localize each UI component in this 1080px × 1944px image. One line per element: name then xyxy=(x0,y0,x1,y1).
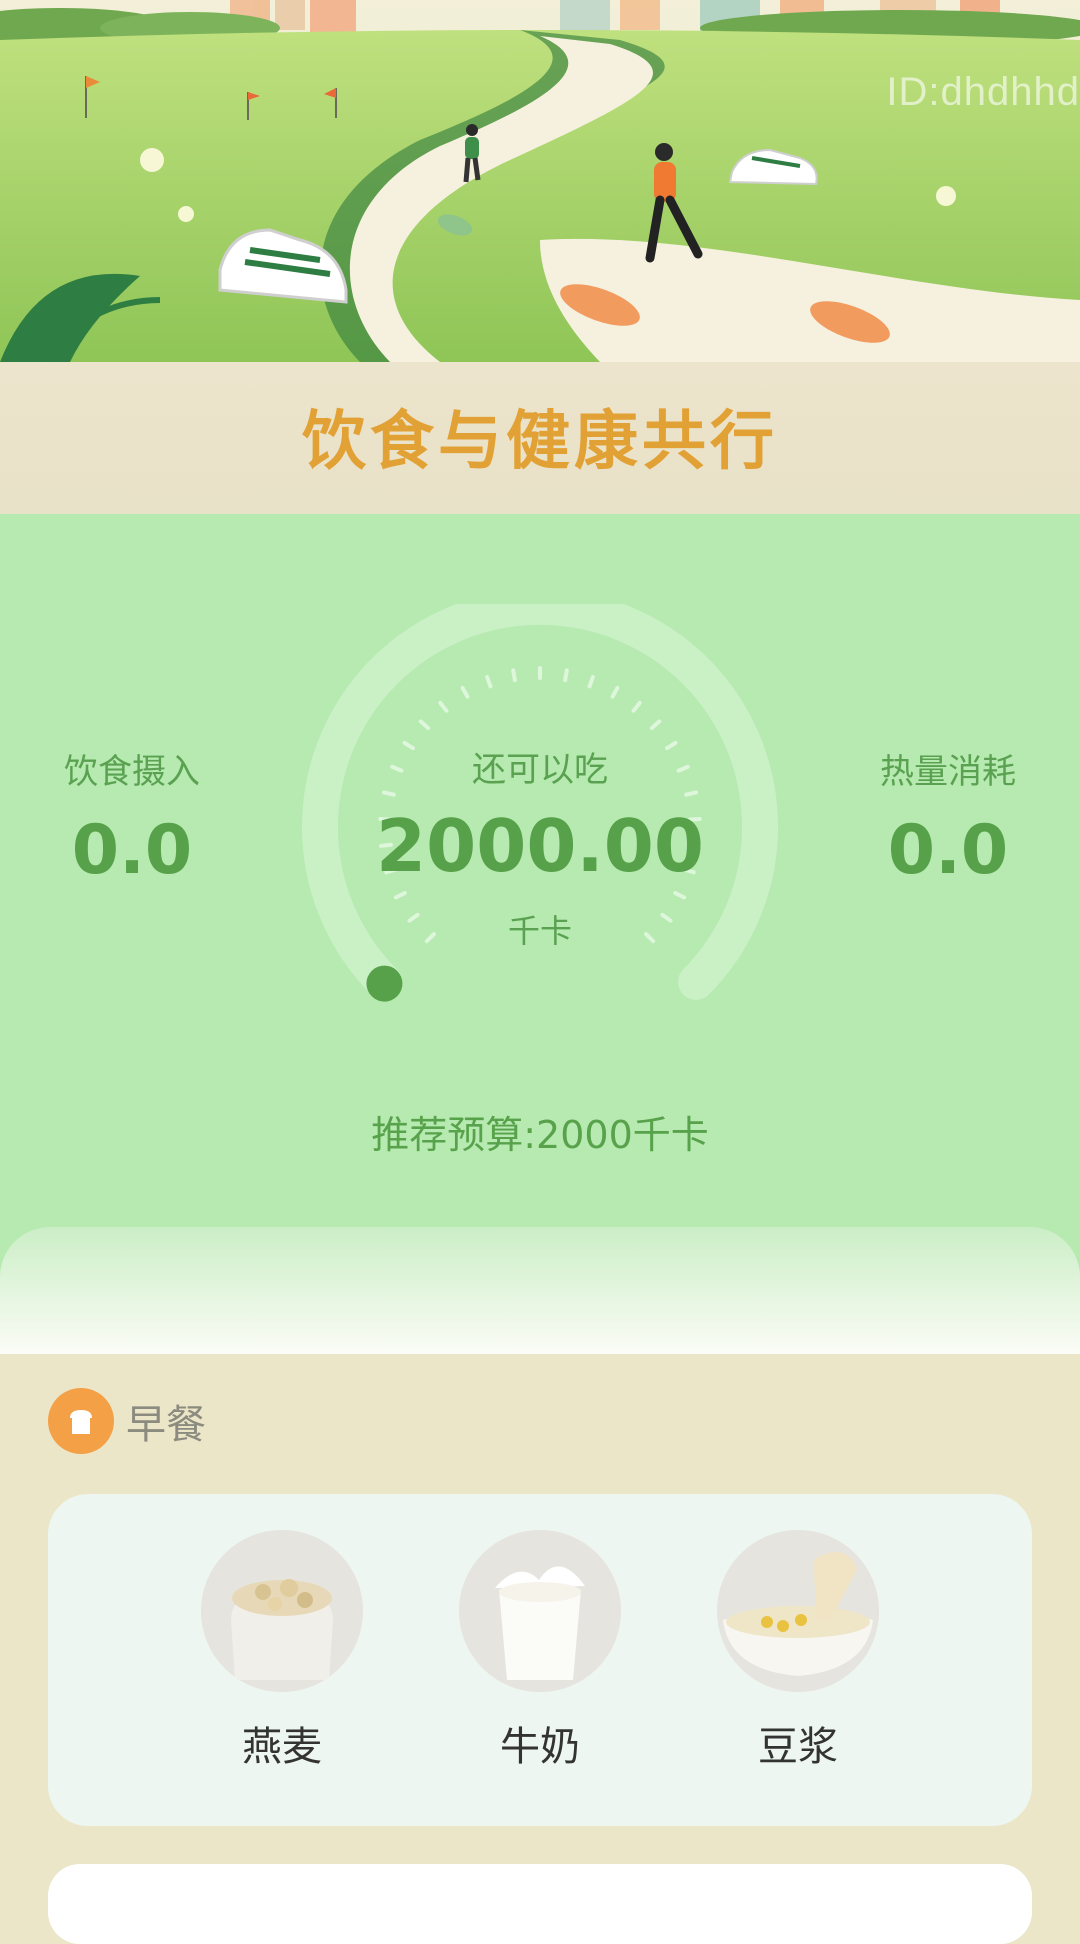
gauge-tick xyxy=(563,668,569,683)
food-name: 牛奶 xyxy=(500,1724,580,1770)
page-title: 饮食与健康共行 xyxy=(302,405,778,479)
food-name: 豆浆 xyxy=(758,1724,838,1770)
watermark-text: ID:dhdhhd xyxy=(886,70,1080,114)
breakfast-card: 燕麦 牛奶 豆浆 xyxy=(48,1494,1032,1826)
gauge-tick xyxy=(511,668,517,683)
gauge-tick xyxy=(673,891,687,900)
gauge-tick xyxy=(418,719,431,731)
gauge-tick xyxy=(460,685,470,699)
bread-icon xyxy=(48,1388,114,1454)
breakfast-title: 早餐 xyxy=(126,1402,206,1448)
gauge-tick xyxy=(610,685,620,699)
gauge-tick xyxy=(587,674,595,689)
gauge-tick xyxy=(649,719,662,731)
food-name: 燕麦 xyxy=(242,1724,322,1770)
gauge-progress-dot xyxy=(366,965,403,1002)
gauge-tick xyxy=(382,790,396,797)
milk-image xyxy=(459,1530,621,1692)
title-band: 饮食与健康共行 xyxy=(0,362,1080,514)
meal-section: 早餐 燕麦 牛奶 豆浆 xyxy=(0,1354,1080,1944)
remaining-unit: 千卡 xyxy=(507,912,572,950)
recommended-budget: 推荐预算:2000千卡 xyxy=(371,1113,709,1157)
hero-banner: ID:dhdhhd xyxy=(0,0,1080,362)
burned-value: 0.0 xyxy=(887,811,1009,890)
next-meal-card xyxy=(48,1864,1032,1944)
oats-image xyxy=(201,1530,363,1692)
gauge-tick xyxy=(438,700,449,713)
section-divider xyxy=(0,1227,1080,1354)
burned-label: 热量消耗 xyxy=(880,752,1016,792)
breakfast-header[interactable]: 早餐 xyxy=(48,1388,206,1454)
food-item-milk[interactable]: 牛奶 xyxy=(450,1530,630,1772)
gauge-tick xyxy=(631,700,642,713)
food-item-soymilk[interactable]: 豆浆 xyxy=(708,1530,888,1772)
gauge-tick xyxy=(684,790,698,797)
running-park-illustration xyxy=(0,0,1080,362)
burned-stat: 热量消耗 0.0 xyxy=(818,744,1078,890)
food-item-oats[interactable]: 燕麦 xyxy=(192,1530,372,1772)
calorie-summary: 饮食摄入 0.0 还可以吃 2000.00 千卡 热量消耗 0.0 推荐预算:2… xyxy=(0,514,1080,1230)
gauge-tick xyxy=(485,674,493,689)
gauge-tick xyxy=(393,891,407,900)
soymilk-image xyxy=(717,1530,879,1692)
